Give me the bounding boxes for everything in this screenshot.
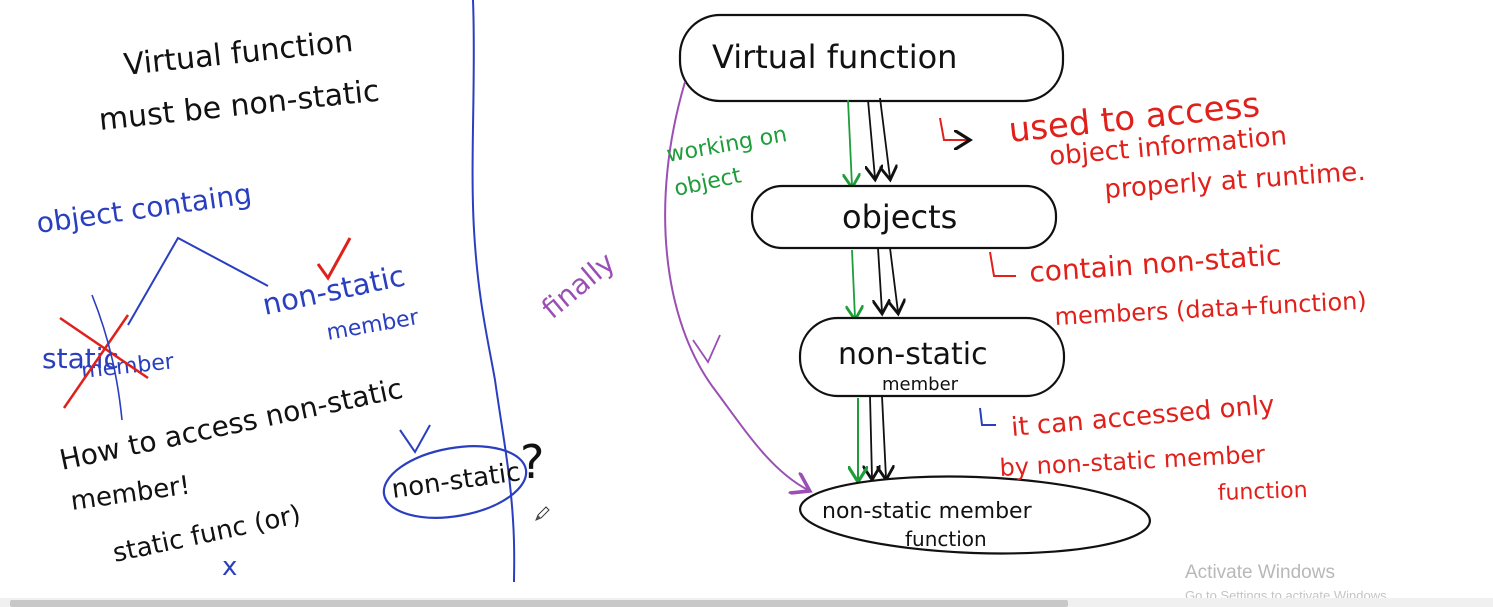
nonstatic-member-label: member bbox=[325, 305, 422, 346]
question-line-1: How to access non-static bbox=[57, 372, 406, 477]
question-line-2: member! bbox=[69, 470, 192, 516]
divider-line bbox=[471, 0, 516, 583]
box-objects-label: objects bbox=[842, 198, 957, 236]
arrow-objects-nsm-1 bbox=[878, 247, 882, 312]
question-mark: ? bbox=[520, 435, 544, 489]
title-line-1: Virtual function bbox=[122, 24, 355, 83]
box-nonstatic-label: non-static bbox=[838, 337, 988, 372]
arrow-objects-nsm-green bbox=[852, 249, 855, 318]
note2-pointer bbox=[989, 251, 1016, 277]
box-func-label-2: function bbox=[905, 527, 987, 551]
box-nonstatic-member-label: member bbox=[882, 374, 959, 395]
arrow-nsm-func-1 bbox=[870, 395, 872, 478]
box-func-label-1: non-static member bbox=[822, 499, 1033, 524]
note2-line2: members (data+function) bbox=[1054, 287, 1368, 331]
note3-pointer bbox=[979, 407, 996, 426]
whiteboard-canvas: Virtual function must be non-static obje… bbox=[34, 0, 1368, 583]
answer-circled-text: non-static bbox=[390, 457, 523, 505]
finally-tick bbox=[692, 334, 721, 364]
working-object-label: object bbox=[672, 163, 744, 202]
working-on-label: working on bbox=[665, 122, 789, 168]
note1-line3: properly at runtime. bbox=[1103, 157, 1366, 205]
arrow-objects-nsm-2 bbox=[890, 247, 898, 312]
note3-line1: it can accessed only bbox=[1010, 390, 1276, 443]
note1-pointer bbox=[939, 117, 968, 140]
box-virtual-function-label: Virtual function bbox=[712, 38, 957, 76]
arrow-vf-objects-1 bbox=[868, 99, 875, 178]
answer-arrow bbox=[399, 424, 431, 454]
arrow-vf-objects-2 bbox=[879, 97, 890, 178]
object-containing-label: object containg bbox=[34, 177, 253, 240]
horizontal-scrollbar-thumb[interactable] bbox=[10, 600, 1068, 607]
answer-prefix: static func (or) bbox=[110, 500, 303, 569]
note2-line1: contain non-static bbox=[1028, 238, 1282, 289]
arrow-nsm-func-2 bbox=[882, 395, 886, 478]
arrow-vf-objects-green bbox=[848, 99, 852, 186]
cross-mark: x bbox=[222, 552, 237, 582]
finally-label: finally bbox=[535, 246, 621, 326]
note3-line3: function bbox=[1217, 478, 1308, 506]
branch-line bbox=[127, 236, 269, 326]
note3-line2: by non-static member bbox=[999, 440, 1266, 482]
title-line-2: must be non-static bbox=[97, 74, 381, 138]
pen-cursor-icon bbox=[535, 506, 550, 521]
activate-windows-title: Activate Windows bbox=[1185, 562, 1335, 583]
